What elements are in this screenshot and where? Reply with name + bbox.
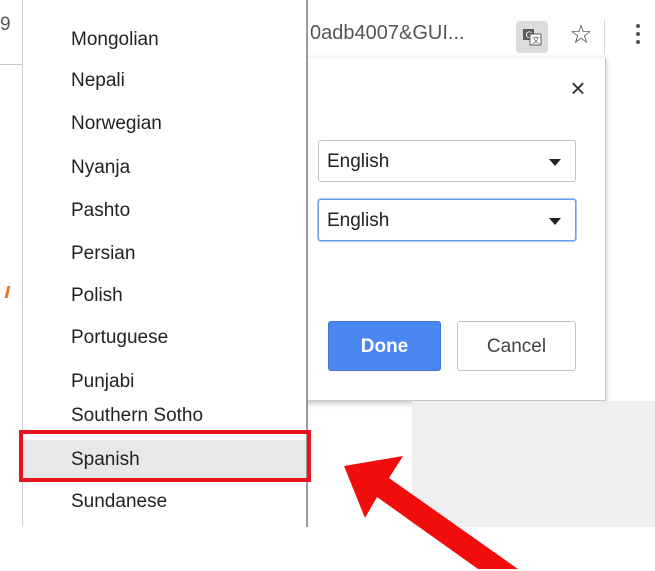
close-icon[interactable]: × <box>566 75 590 101</box>
language-option[interactable]: Nepali <box>23 61 306 101</box>
translate-icon[interactable]: G 文 <box>516 21 548 53</box>
source-language-select[interactable]: English <box>318 140 576 182</box>
target-language-select[interactable]: English <box>318 199 576 241</box>
svg-text:文: 文 <box>532 35 540 45</box>
language-option[interactable]: Mongolian <box>23 20 306 60</box>
translate-icon-glyph: G 文 <box>523 29 542 46</box>
chevron-down-icon <box>549 159 561 166</box>
address-bar-text[interactable]: 0adb4007&GUI... <box>310 22 510 45</box>
language-option[interactable]: Pashto <box>23 191 306 231</box>
page-orange-mark <box>4 286 11 298</box>
language-option[interactable]: Nyanja <box>23 148 306 188</box>
more-vert-icon[interactable] <box>630 20 646 50</box>
toolbar-divider <box>604 20 605 54</box>
source-language-value: English <box>327 151 390 172</box>
cancel-button[interactable]: Cancel <box>457 321 576 371</box>
translate-dialog: × English English Done Cancel <box>300 58 606 401</box>
star-icon[interactable]: ☆ <box>566 17 596 51</box>
annotation-highlight-box <box>19 430 311 482</box>
language-option[interactable]: Polish <box>23 276 306 316</box>
language-option[interactable]: Portuguese <box>23 318 306 358</box>
language-option[interactable]: Sundanese <box>23 482 306 522</box>
language-option[interactable]: Norwegian <box>23 104 306 144</box>
target-language-value: English <box>327 210 390 231</box>
done-button[interactable]: Done <box>328 321 441 371</box>
annotation-arrow-icon <box>344 456 518 569</box>
chevron-down-icon <box>549 218 561 225</box>
url-fragment-left[interactable]: 9 <box>0 14 22 66</box>
language-option[interactable]: Persian <box>23 234 306 274</box>
url-underline <box>0 64 22 65</box>
